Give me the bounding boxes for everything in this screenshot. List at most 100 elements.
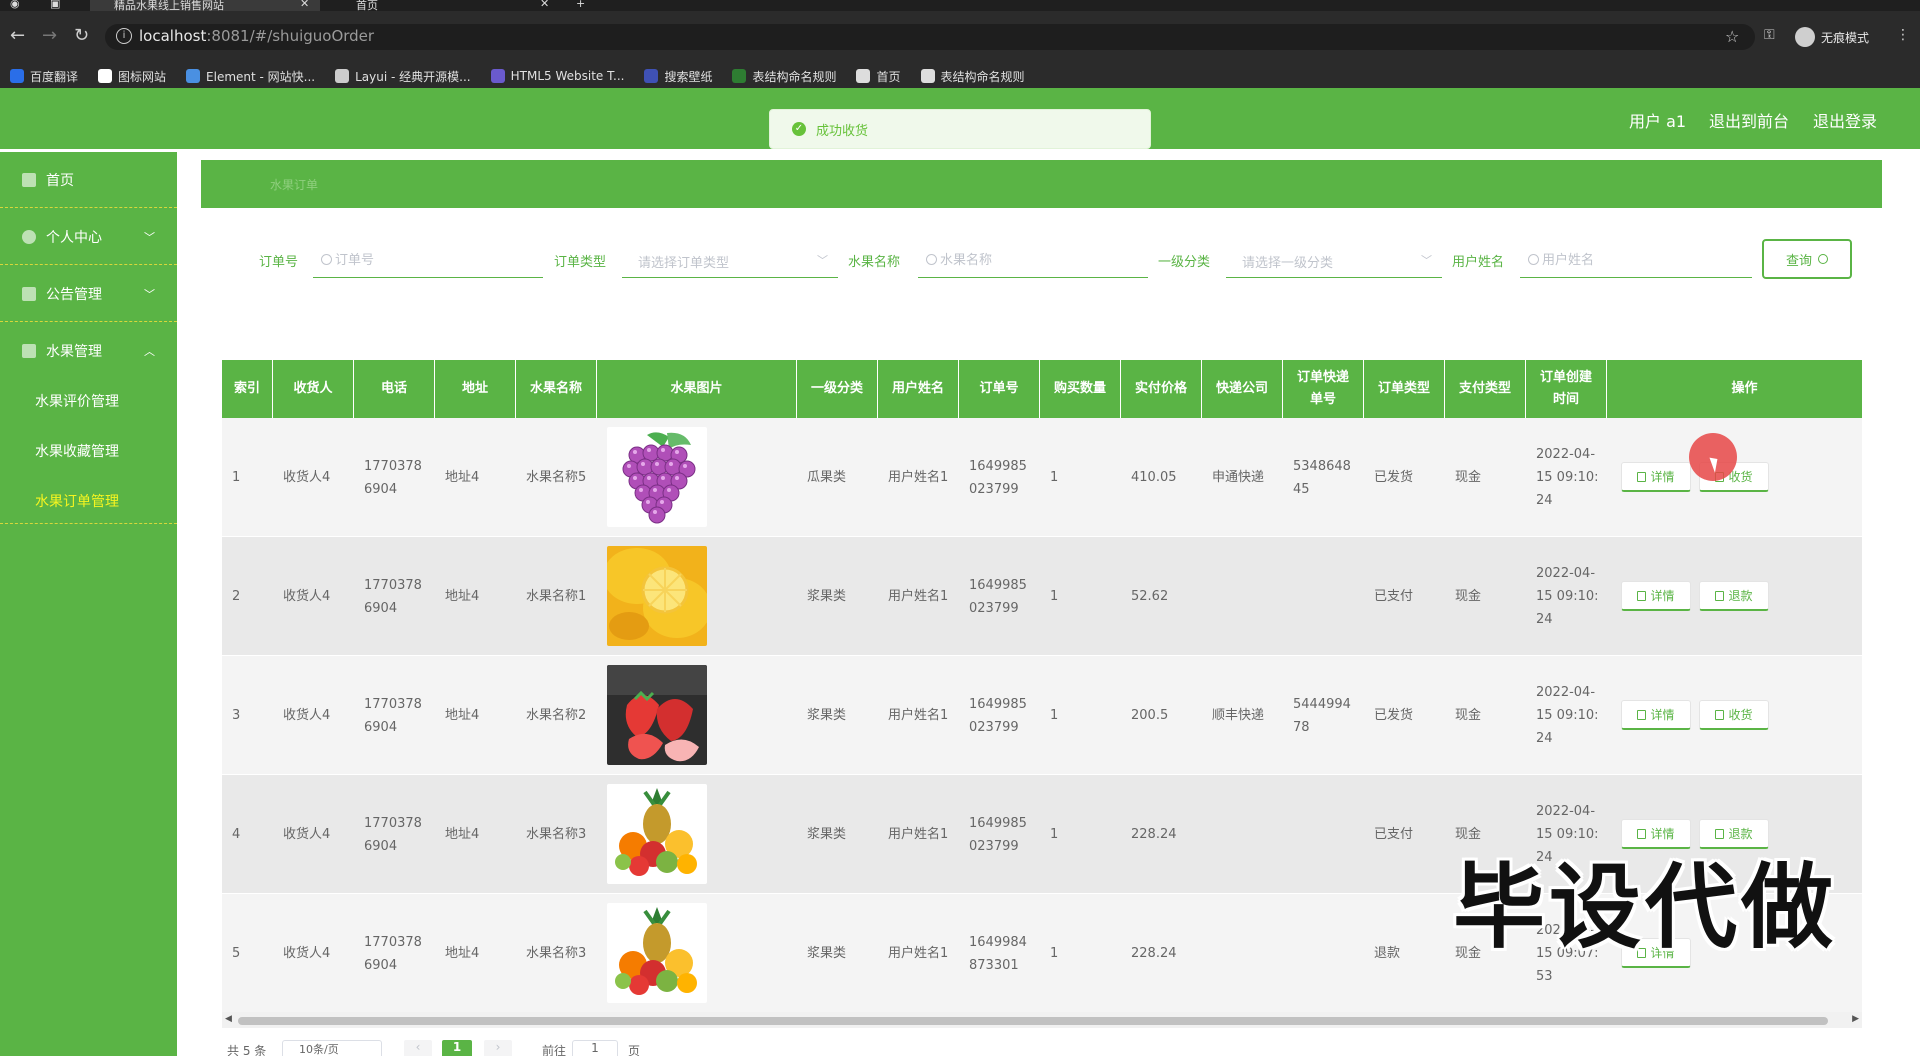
bookmark-label: Element - 网站快... (206, 69, 316, 84)
sidebar-item-home[interactable]: 首页 (0, 152, 177, 208)
cell-index: 3 (232, 708, 241, 723)
bookmark-item[interactable]: 百度翻译 (10, 68, 78, 85)
forward-icon[interactable]: → (42, 26, 57, 46)
column-header: 电话 (354, 360, 435, 418)
cell-address: 地址4 (445, 708, 480, 723)
cell-qty: 1 (1050, 589, 1059, 604)
cell-qty: 1 (1050, 708, 1059, 723)
bookmark-item[interactable]: 表结构命名规则 (920, 68, 1025, 85)
cell-user: 用户姓名1 (888, 589, 949, 604)
bookmark-item[interactable]: HTML5 Website T... (490, 69, 625, 83)
page-1-button[interactable]: 1 (442, 1040, 472, 1056)
bookmark-favicon-icon (186, 69, 201, 83)
tab-close-icon[interactable]: ✕ (540, 0, 549, 11)
tab-search-icon[interactable]: ▣ (50, 0, 60, 11)
bookmark-label: HTML5 Website T... (510, 69, 625, 83)
column-header: 实付价格 (1121, 360, 1202, 418)
order-type-select[interactable]: 请选择订单类型 ﹀ (622, 244, 838, 278)
fruit-name-input-wrap (918, 244, 1148, 278)
cell-type: 已发货 (1374, 708, 1414, 723)
username-input[interactable] (1520, 244, 1752, 278)
receive-button[interactable]: 收货 (1699, 700, 1769, 730)
sidebar-sub-order[interactable]: 水果订单管理 (35, 491, 119, 511)
key-icon[interactable]: ⚿ (1764, 27, 1775, 43)
sidebar-item-fruit[interactable]: 水果管理 ︿ (0, 323, 177, 379)
sidebar-item-personal[interactable]: 个人中心 ﹀ (0, 209, 177, 265)
action-button-label: 收货 (1728, 708, 1753, 722)
tab-close-icon[interactable]: ✕ (300, 0, 309, 11)
bookmark-item[interactable]: 首页 (856, 68, 901, 85)
cell-pay: 现金 (1455, 470, 1482, 485)
logout-link[interactable]: 退出登录 (1813, 108, 1877, 132)
cell-qty: 1 (1050, 946, 1059, 961)
scroll-thumb[interactable] (238, 1017, 1828, 1025)
new-tab-icon[interactable]: + (576, 0, 585, 11)
bookmark-label: 图标网站 (118, 69, 167, 84)
tab-home[interactable]: 首页 (332, 0, 552, 11)
exit-to-front-link[interactable]: 退出到前台 (1709, 108, 1789, 132)
chevron-down-icon: ﹀ (817, 254, 828, 267)
bookmark-item[interactable]: Element - 网站快... (186, 68, 315, 85)
refund-button[interactable]: 退款 (1699, 819, 1769, 849)
home-icon (22, 172, 36, 187)
cell-user: 用户姓名1 (888, 946, 949, 961)
order-type-placeholder: 请选择订单类型 (638, 256, 730, 271)
site-info-icon[interactable]: i (116, 28, 132, 44)
refund-button[interactable]: 退款 (1699, 581, 1769, 611)
chevron-down-icon: ﹀ (1421, 254, 1432, 267)
bookmark-item[interactable]: Layui - 经典开源模... (335, 68, 471, 85)
bookmark-item[interactable]: 搜索壁纸 (644, 68, 712, 85)
detail-button[interactable]: 详情 (1621, 462, 1691, 492)
bookmark-favicon-icon (10, 69, 24, 83)
receive-icon (1715, 709, 1725, 720)
category-select[interactable]: 请选择一级分类 ﹀ (1226, 244, 1442, 278)
sidebar-sub-favorite[interactable]: 水果收藏管理 (35, 441, 119, 461)
horizontal-scrollbar[interactable]: ◀ ▶ (222, 1012, 1862, 1028)
bookmark-star-icon[interactable]: ☆ (1725, 27, 1739, 46)
incognito-profile[interactable]: 无痕模式 (1795, 26, 1869, 48)
next-page-button[interactable]: › (484, 1040, 512, 1056)
bookmark-item[interactable]: 图标网站 (98, 68, 166, 85)
order-no-input[interactable] (313, 244, 543, 278)
bookmark-favicon-icon (98, 69, 113, 83)
scroll-left-icon[interactable]: ◀ (225, 1014, 232, 1024)
bookmark-item[interactable]: 表结构命名规则 (732, 68, 836, 85)
chevron-down-icon: ﹀ (144, 287, 155, 301)
prev-page-button[interactable]: ‹ (404, 1040, 432, 1056)
bookmark-label: 首页 (876, 69, 901, 84)
url-text[interactable]: localhost:8081/#/shuiguoOrder (139, 27, 374, 45)
sidebar-item-notice[interactable]: 公告管理 ﹀ (0, 266, 177, 322)
document-icon (1637, 828, 1647, 839)
goto-page-input[interactable]: 1 (572, 1040, 618, 1056)
cell-type: 已发货 (1374, 470, 1414, 485)
detail-button[interactable]: 详情 (1621, 581, 1691, 611)
profile-label: 无痕模式 (1821, 30, 1870, 45)
cell-qty: 1 (1050, 827, 1059, 842)
chevron-down-icon: ﹀ (144, 230, 155, 244)
sidebar-sub-review[interactable]: 水果评价管理 (35, 391, 119, 411)
bookmark-label: 表结构命名规则 (752, 69, 837, 84)
cell-address: 地址4 (445, 470, 480, 485)
cell-price: 410.05 (1131, 470, 1177, 485)
tab-active[interactable]: 精品水果线上销售网站 (90, 0, 320, 11)
browser-menu-icon[interactable]: ◉ (10, 0, 20, 11)
cell-created: 2022-04-15 09:10:24 (1536, 447, 1599, 508)
cell-phone: 17703786904 (364, 577, 422, 616)
fruit-name-input[interactable] (918, 244, 1148, 278)
cell-type: 已支付 (1374, 589, 1414, 604)
query-button[interactable]: 查询 (1762, 239, 1852, 279)
column-header: 水果图片 (597, 360, 797, 418)
reload-icon[interactable]: ↻ (74, 26, 89, 46)
detail-button-label: 详情 (1650, 708, 1675, 722)
back-icon[interactable]: ← (10, 26, 25, 46)
user-name: 用户 a1 (1629, 112, 1687, 131)
browser-menu-icon[interactable]: ⋮ (1896, 27, 1910, 43)
scroll-right-icon[interactable]: ▶ (1852, 1014, 1859, 1024)
cell-index: 2 (232, 589, 241, 604)
cell-receiver: 收货人4 (283, 708, 331, 723)
sidebar-item-label: 水果管理 (46, 344, 102, 360)
bookmark-label: 百度翻译 (30, 69, 79, 84)
detail-button[interactable]: 详情 (1621, 819, 1691, 849)
detail-button[interactable]: 详情 (1621, 700, 1691, 730)
page-size-select[interactable]: 10条/页 (282, 1040, 382, 1056)
